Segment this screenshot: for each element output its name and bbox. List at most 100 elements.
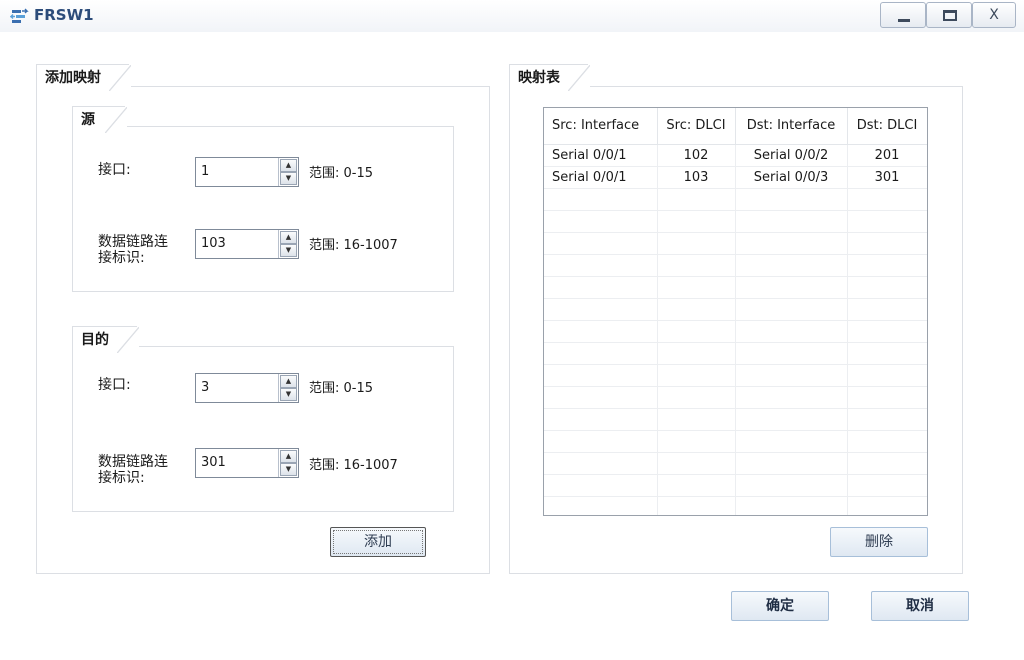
table-row[interactable]: Serial 0/0/1 102 Serial 0/0/2 201 (544, 144, 927, 167)
empty-table-cell (657, 276, 736, 299)
source-dlci-label-line1: 数据链路连 (98, 234, 168, 250)
empty-table-cell (544, 254, 658, 277)
source-title: 源 (72, 106, 127, 133)
source-dlci-value: 103 (201, 236, 226, 251)
empty-table-cell (847, 408, 927, 431)
table-row[interactable]: Serial 0/0/1 103 Serial 0/0/3 301 (544, 166, 927, 189)
column-header[interactable]: Dst: DLCI (847, 108, 927, 145)
empty-table-cell (847, 254, 927, 277)
spin-down-icon[interactable]: ▼ (280, 172, 297, 185)
table-cell: 102 (657, 144, 736, 167)
mapping-table-title: 映射表 (509, 64, 590, 91)
spin-down-icon[interactable]: ▼ (280, 244, 297, 257)
empty-table-cell (847, 342, 927, 365)
empty-table-cell (735, 298, 848, 321)
empty-table-row (544, 254, 927, 277)
source-interface-range: 范围: 0-15 (309, 166, 374, 181)
title-bar[interactable]: FRSW1 X (0, 0, 1024, 32)
empty-table-cell (657, 430, 736, 453)
empty-table-row (544, 320, 927, 343)
destination-group (72, 346, 454, 512)
destination-dlci-label-line1: 数据链路连 (98, 454, 168, 470)
empty-table-cell (847, 188, 927, 211)
destination-dlci-range: 范围: 16-1007 (309, 458, 398, 473)
destination-dlci-spinner[interactable]: 301 ▲ ▼ (195, 448, 299, 478)
empty-table-cell (847, 210, 927, 233)
source-interface-spinner[interactable]: 1 ▲ ▼ (195, 157, 299, 187)
empty-table-cell (735, 496, 848, 515)
empty-table-cell (847, 430, 927, 453)
empty-table-row (544, 210, 927, 233)
empty-table-row (544, 408, 927, 431)
destination-interface-range: 范围: 0-15 (309, 381, 374, 396)
empty-table-cell (847, 496, 927, 515)
table-cell: 301 (847, 166, 927, 189)
empty-table-cell (657, 298, 736, 321)
column-header[interactable]: Src: DLCI (657, 108, 736, 145)
window-title: FRSW1 (34, 6, 94, 24)
destination-interface-value: 3 (201, 380, 210, 395)
add-button[interactable]: 添加 (330, 527, 426, 557)
source-dlci-range: 范围: 16-1007 (309, 238, 398, 253)
empty-table-row (544, 430, 927, 453)
mapping-table[interactable]: Src: Interface Src: DLCI Dst: Interface … (543, 107, 928, 516)
empty-table-row (544, 342, 927, 365)
empty-table-cell (657, 254, 736, 277)
delete-button[interactable]: 删除 (830, 527, 928, 557)
table-cell: 201 (847, 144, 927, 167)
spin-up-icon[interactable]: ▲ (280, 231, 297, 244)
maximize-button[interactable] (926, 2, 972, 28)
cancel-button[interactable]: 取消 (871, 591, 969, 621)
empty-table-cell (735, 254, 848, 277)
empty-table-cell (735, 232, 848, 255)
empty-table-cell (735, 474, 848, 497)
column-header[interactable]: Dst: Interface (735, 108, 848, 145)
empty-table-cell (544, 210, 658, 233)
empty-table-row (544, 364, 927, 387)
table-header-row: Src: Interface Src: DLCI Dst: Interface … (544, 108, 927, 145)
empty-table-cell (735, 430, 848, 453)
empty-table-cell (735, 364, 848, 387)
minimize-button[interactable] (880, 2, 926, 28)
spin-up-icon[interactable]: ▲ (280, 375, 297, 388)
empty-table-cell (735, 320, 848, 343)
empty-table-cell (847, 276, 927, 299)
spin-down-icon[interactable]: ▼ (280, 388, 297, 401)
empty-table-row (544, 496, 927, 515)
source-dlci-label-line2: 接标识: (98, 250, 145, 266)
spin-up-icon[interactable]: ▲ (280, 159, 297, 172)
close-button[interactable]: X (972, 2, 1016, 28)
source-interface-label: 接口: (98, 162, 131, 178)
empty-table-cell (657, 364, 736, 387)
destination-dlci-label-line2: 接标识: (98, 470, 145, 486)
table-cell: Serial 0/0/3 (735, 166, 848, 189)
empty-table-cell (735, 408, 848, 431)
destination-interface-spinner[interactable]: 3 ▲ ▼ (195, 373, 299, 403)
empty-table-cell (847, 320, 927, 343)
table-cell: Serial 0/0/2 (735, 144, 848, 167)
empty-table-cell (657, 452, 736, 475)
source-group (72, 126, 454, 292)
empty-table-cell (735, 210, 848, 233)
empty-table-row (544, 386, 927, 409)
empty-table-cell (847, 298, 927, 321)
empty-table-cell (544, 276, 658, 299)
table-cell: 103 (657, 166, 736, 189)
empty-table-row (544, 452, 927, 475)
spin-down-icon[interactable]: ▼ (280, 463, 297, 476)
empty-table-row (544, 188, 927, 211)
empty-table-row (544, 298, 927, 321)
empty-table-cell (657, 496, 736, 515)
empty-table-row (544, 232, 927, 255)
maximize-icon (943, 10, 957, 21)
spin-up-icon[interactable]: ▲ (280, 450, 297, 463)
empty-table-cell (847, 386, 927, 409)
empty-table-cell (544, 474, 658, 497)
table-cell: Serial 0/0/1 (544, 144, 658, 167)
source-dlci-spinner[interactable]: 103 ▲ ▼ (195, 229, 299, 259)
empty-table-row (544, 474, 927, 497)
empty-table-cell (657, 386, 736, 409)
frsw-config-window: FRSW1 X 添加映射 源 接口: 1 ▲ ▼ 范围: 0-15 数据链路连 … (0, 0, 1024, 660)
ok-button[interactable]: 确定 (731, 591, 829, 621)
column-header[interactable]: Src: Interface (544, 108, 658, 145)
